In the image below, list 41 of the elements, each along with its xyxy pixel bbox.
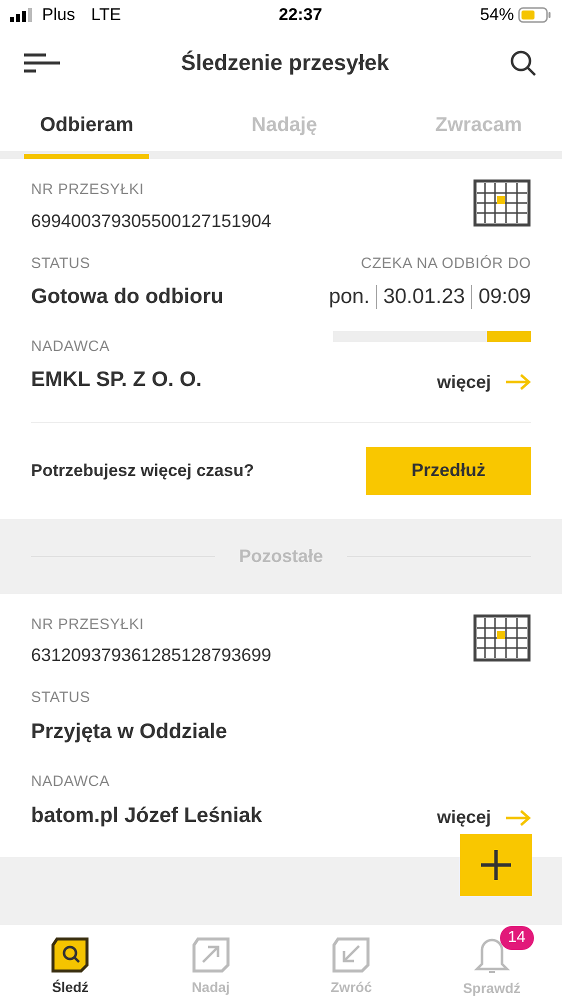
field-label: STATUS <box>31 688 92 708</box>
plus-icon <box>481 850 511 880</box>
menu-icon <box>24 52 62 72</box>
arrow-right-icon <box>505 373 531 391</box>
extend-button[interactable]: Przedłuż <box>366 446 531 494</box>
deadline-date: 30.01.23 <box>383 284 465 310</box>
more-link[interactable]: więcej <box>436 368 531 396</box>
field-label: STATUS <box>31 254 92 274</box>
deadline-time: 09:09 <box>478 284 531 310</box>
add-button[interactable] <box>460 834 532 896</box>
parcel-locker-icon <box>473 179 531 227</box>
field-label: NADAWCA <box>31 772 111 792</box>
sender-name: EMKL SP. Z O. O. <box>31 367 202 393</box>
search-icon <box>51 936 90 972</box>
sender-name: batom.pl Józef Leśniak <box>31 802 262 828</box>
menu-button[interactable] <box>24 50 62 74</box>
field-label: NADAWCA <box>31 336 111 356</box>
tracking-number: 631209379361285128793699 <box>31 644 272 667</box>
parcel-status: Przyjęta w Oddziale <box>31 718 228 744</box>
arrow-down-left-icon <box>332 936 370 972</box>
battery-percent: 54% <box>480 4 514 26</box>
carrier-name: Plus <box>42 4 76 26</box>
nav-item[interactable]: Śledź <box>10 926 130 998</box>
notification-badge: 14 <box>500 926 534 950</box>
search-icon <box>508 48 537 76</box>
field-label: CZEKA NA ODBIÓR DO <box>360 254 531 274</box>
field-label: NR PRZESYŁKI <box>31 180 145 200</box>
extend-prompt: Potrzebujesz więcej czasu? <box>31 460 254 482</box>
arrow-up-right-icon <box>192 936 230 972</box>
arrow-right-icon <box>505 808 531 826</box>
field-label: NR PRZESYŁKI <box>31 614 145 634</box>
network-type: LTE <box>91 4 121 26</box>
deadline-day: pon. <box>328 281 370 312</box>
tracking-number: 699400379305500127151904 <box>31 210 272 232</box>
more-link[interactable]: więcej <box>436 804 531 831</box>
clock-time: 22:37 <box>278 4 322 26</box>
page-title: Śledzenie przesyłek <box>181 49 389 77</box>
nav-item[interactable]: Sprawdź 14 <box>432 926 552 998</box>
battery-icon <box>518 7 552 23</box>
parcel-locker-icon <box>473 614 531 662</box>
parcel-status: Gotowa do odbioru <box>31 284 224 310</box>
